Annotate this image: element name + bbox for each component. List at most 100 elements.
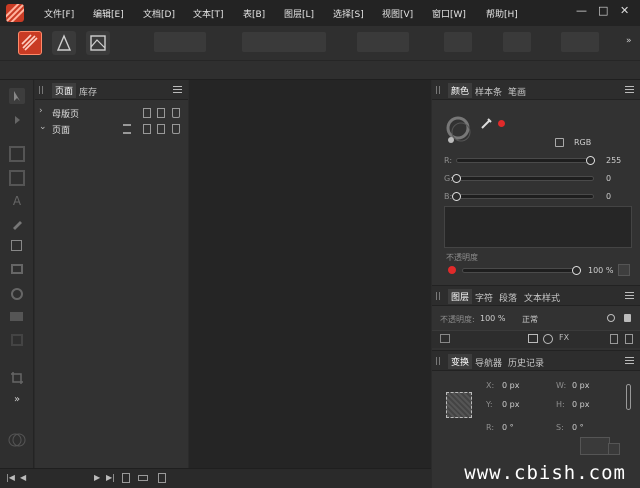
toolbar-group-3[interactable] [357,32,409,52]
photo-persona-icon[interactable] [86,31,110,55]
ellipse-tool-icon[interactable] [11,288,23,300]
color-panel-menu-icon[interactable] [625,86,634,93]
toolbar-group-5[interactable] [503,32,531,52]
maximize-button[interactable]: □ [598,4,608,17]
opacity-dropdown-icon[interactable] [618,264,630,276]
node-tool-icon[interactable] [9,112,25,128]
menu-select[interactable]: 选择[S] [333,7,364,20]
page-options-icon[interactable] [123,124,131,134]
delete-page-icon[interactable] [172,124,180,134]
mask-icon[interactable] [528,334,538,343]
previous-page-icon[interactable]: ◀ [20,473,26,482]
move-tool-icon[interactable] [9,88,25,104]
x-field[interactable]: 0 px [502,381,519,390]
panel-grip[interactable] [436,357,440,365]
view-tool-icon[interactable] [11,334,23,346]
menu-text[interactable]: 文本[T] [193,7,224,20]
tab-character[interactable]: 字符 [475,291,493,304]
h-field[interactable]: 0 px [572,400,589,409]
toolbar-overflow-icon[interactable]: » [626,36,632,46]
menu-file[interactable]: 文件[F] [44,7,74,20]
designer-persona-icon[interactable] [52,31,76,55]
duplicate-page-icon[interactable] [157,124,165,134]
b-value[interactable]: 0 [606,192,611,201]
artistic-text-tool-icon[interactable]: A [9,194,25,210]
layer-stack-icon[interactable] [440,334,450,343]
gear-icon[interactable] [607,314,615,322]
tab-pages[interactable]: 页面 [52,83,77,98]
blend-mode-select[interactable]: 正常 [522,314,538,325]
duplicate-page-icon[interactable] [157,108,165,118]
menu-edit[interactable]: 编辑[E] [93,7,124,20]
w-field[interactable]: 0 px [572,381,589,390]
insert-page-icon[interactable] [143,124,151,134]
chevron-down-icon[interactable]: ⌄ [39,122,47,132]
opacity-slider[interactable] [462,268,580,273]
delete-page-icon[interactable] [172,108,180,118]
color-selector-icon[interactable] [7,430,27,450]
menu-window[interactable]: 窗口[W] [432,7,466,20]
picture-frame-tool-icon[interactable] [11,264,23,274]
menu-help[interactable]: 帮助[H] [486,7,518,20]
layers-panel-menu-icon[interactable] [625,292,634,299]
first-page-icon[interactable]: |◀ [6,473,15,482]
page-list-icon[interactable] [158,473,166,483]
shear-field[interactable]: 0 ° [572,423,584,432]
tab-text-styles[interactable]: 文本样式 [524,291,560,304]
tab-stroke[interactable]: 笔画 [508,85,526,98]
crop-tool-icon[interactable] [9,370,25,386]
frame-text-tool-icon[interactable] [9,146,25,162]
tab-paragraph[interactable]: 段落 [499,291,517,304]
anchor-point-selector[interactable] [446,392,472,418]
lock-icon[interactable] [624,314,631,322]
toolbar-group-1[interactable] [154,32,206,52]
publisher-persona-icon[interactable] [18,31,42,55]
r-slider[interactable] [456,158,594,163]
layer-opacity-value[interactable]: 100 % [480,314,505,323]
tab-stock[interactable]: 库存 [79,85,97,98]
tab-layers[interactable]: 图层 [448,289,473,304]
menu-view[interactable]: 视图[V] [382,7,413,20]
document-canvas[interactable] [189,80,431,468]
lock-icon[interactable] [555,138,564,147]
g-slider-handle[interactable] [452,174,461,183]
tools-more-icon[interactable]: » [9,394,25,410]
color-mode-select[interactable]: RGB [574,138,591,147]
panel-grip[interactable] [436,86,440,94]
opacity-slider-handle[interactable] [572,266,581,275]
minimize-button[interactable]: — [576,4,587,17]
g-slider[interactable] [456,176,594,181]
menu-document[interactable]: 文档[D] [143,7,175,20]
panel-grip[interactable] [436,292,440,300]
tab-history[interactable]: 历史记录 [508,356,544,369]
r-value[interactable]: 255 [606,156,621,165]
g-value[interactable]: 0 [606,174,611,183]
opacity-value[interactable]: 100 % [588,266,613,275]
last-page-icon[interactable]: ▶| [106,473,115,482]
color-picker-icon[interactable] [480,116,494,130]
master-pages-row[interactable]: › 母版页 [35,105,188,120]
menu-layer[interactable]: 图层[L] [284,7,314,20]
toolbar-group-2[interactable] [242,32,326,52]
close-button[interactable]: ✕ [620,4,629,17]
chevron-right-icon[interactable]: › [39,106,43,116]
color-history-area[interactable] [444,206,632,248]
pages-panel-menu-icon[interactable] [173,86,182,93]
fx-icon[interactable]: FX [559,333,569,342]
tab-transform[interactable]: 变换 [448,354,473,369]
toolbar-group-4[interactable] [444,32,472,52]
delete-layer-icon[interactable] [625,334,633,344]
b-slider[interactable] [456,194,594,199]
snapping-dropdown[interactable] [561,32,599,52]
rotation-field[interactable]: 0 ° [502,423,514,432]
rectangle-tool-icon[interactable] [11,240,22,251]
fill-stroke-selector-icon[interactable] [444,114,476,146]
tab-color[interactable]: 颜色 [448,83,473,98]
insert-page-icon[interactable] [143,108,151,118]
current-color-swatch[interactable] [498,120,505,127]
panel-grip[interactable] [39,86,43,94]
spread-view-icon[interactable] [138,475,148,481]
place-image-tool-icon[interactable] [10,312,23,321]
tab-navigator[interactable]: 导航器 [475,356,502,369]
pen-tool-icon[interactable] [9,216,25,232]
